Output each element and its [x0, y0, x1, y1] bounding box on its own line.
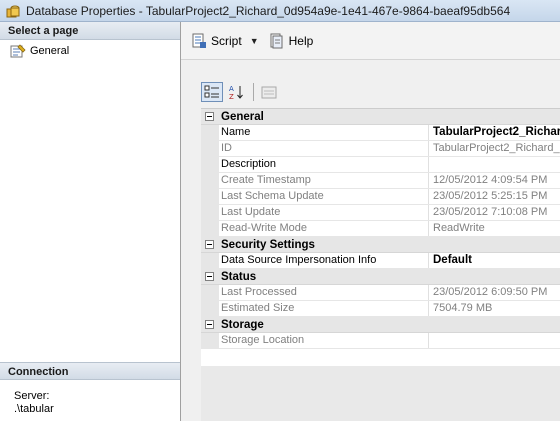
category-name: Security Settings [221, 238, 315, 251]
server-value: .\tabular [14, 403, 54, 415]
help-icon [270, 33, 283, 48]
property-name: Storage Location [219, 333, 429, 348]
property-value[interactable]: Default [429, 253, 560, 268]
category-name: General [221, 110, 264, 123]
property-grid-toolbar: A Z [201, 82, 282, 102]
toolbar: Script ▼ Help [181, 22, 560, 60]
collapse-icon[interactable] [205, 240, 214, 249]
window-title: Database Properties - TabularProject2_Ri… [26, 3, 511, 18]
property-value: 7504.79 MB [433, 302, 493, 314]
svg-text:Z: Z [229, 93, 234, 100]
category-status[interactable]: Status [201, 269, 560, 285]
property-name: Name [219, 125, 429, 140]
property-row-description[interactable]: Description [201, 157, 560, 173]
property-row-read-write-mode[interactable]: Read-Write Mode ReadWrite [201, 221, 560, 237]
collapse-icon[interactable] [205, 272, 214, 281]
property-row-create-timestamp[interactable]: Create Timestamp 12/05/2012 4:09:54 PM [201, 173, 560, 189]
collapse-icon[interactable] [205, 320, 214, 329]
select-page-header: Select a page [0, 22, 180, 40]
right-pane: Script ▼ Help A Z General Name TabularPr… [181, 22, 560, 421]
property-pages-icon [261, 86, 277, 99]
property-name: Read-Write Mode [219, 221, 429, 236]
property-value[interactable] [429, 157, 560, 172]
toolbar-separator [253, 83, 254, 101]
connection-header: Connection [0, 362, 180, 380]
database-properties-icon [6, 5, 20, 17]
property-value[interactable]: TabularProject2_Richard_0d954a9e-1e41-46… [429, 125, 560, 140]
property-grid: General Name TabularProject2_Richard_0d9… [201, 108, 560, 421]
category-general[interactable]: General [201, 109, 560, 125]
property-value: ReadWrite [433, 222, 485, 234]
script-label: Script [211, 33, 242, 48]
collapse-icon[interactable] [205, 112, 214, 121]
script-button[interactable]: Script [187, 30, 246, 52]
property-name: Last Schema Update [219, 189, 429, 204]
property-row-estimated-size[interactable]: Estimated Size 7504.79 MB [201, 301, 560, 317]
property-value: 23/05/2012 7:10:08 PM [433, 206, 548, 218]
property-name: Description [219, 157, 429, 172]
property-value: 12/05/2012 4:09:54 PM [433, 174, 548, 186]
sort-alphabetical-icon: A Z [229, 85, 243, 100]
property-value [429, 333, 560, 348]
alphabetical-button[interactable]: A Z [225, 82, 247, 102]
property-grid-empty-area [201, 366, 560, 421]
property-row-id[interactable]: ID TabularProject2_Richard_0d954a9e-1e41… [201, 141, 560, 157]
property-name: Last Processed [219, 285, 429, 300]
svg-text:A: A [229, 85, 234, 93]
script-dropdown-arrow-icon[interactable]: ▼ [250, 36, 259, 46]
categorized-icon [204, 85, 219, 98]
connection-section: Connection Server: .\tabular [0, 362, 180, 421]
script-icon [192, 33, 206, 48]
help-label: Help [288, 33, 314, 48]
property-row-name[interactable]: Name TabularProject2_Richard_0d954a9e-1e… [201, 125, 560, 141]
property-row-last-schema-update[interactable]: Last Schema Update 23/05/2012 5:25:15 PM [201, 189, 560, 205]
help-button[interactable]: Help [265, 30, 318, 52]
property-value: TabularProject2_Richard_0d954a9e-1e41-46… [433, 142, 560, 154]
category-name: Storage [221, 318, 264, 331]
title-bar: Database Properties - TabularProject2_Ri… [0, 0, 560, 22]
property-pages-button[interactable] [258, 82, 280, 102]
page-item-general[interactable]: General [10, 44, 69, 58]
properties-page-icon [10, 44, 26, 58]
property-name: ID [219, 141, 429, 156]
property-name: Last Update [219, 205, 429, 220]
property-name: Data Source Impersonation Info [219, 253, 429, 268]
category-security-settings[interactable]: Security Settings [201, 237, 560, 253]
property-value: 23/05/2012 6:09:50 PM [433, 286, 548, 298]
property-row-last-update[interactable]: Last Update 23/05/2012 7:10:08 PM [201, 205, 560, 221]
property-row-impersonation-info[interactable]: Data Source Impersonation Info Default [201, 253, 560, 269]
property-name: Estimated Size [219, 301, 429, 316]
server-label: Server: [14, 390, 50, 402]
categorized-button[interactable] [201, 82, 223, 102]
left-pane: Select a page General Connection Server:… [0, 22, 181, 421]
property-row-last-processed[interactable]: Last Processed 23/05/2012 6:09:50 PM [201, 285, 560, 301]
category-storage[interactable]: Storage [201, 317, 560, 333]
property-row-storage-location[interactable]: Storage Location [201, 333, 560, 349]
category-name: Status [221, 270, 257, 283]
property-name: Create Timestamp [219, 173, 429, 188]
property-value: 23/05/2012 5:25:15 PM [433, 190, 548, 202]
page-item-label: General [30, 45, 70, 57]
